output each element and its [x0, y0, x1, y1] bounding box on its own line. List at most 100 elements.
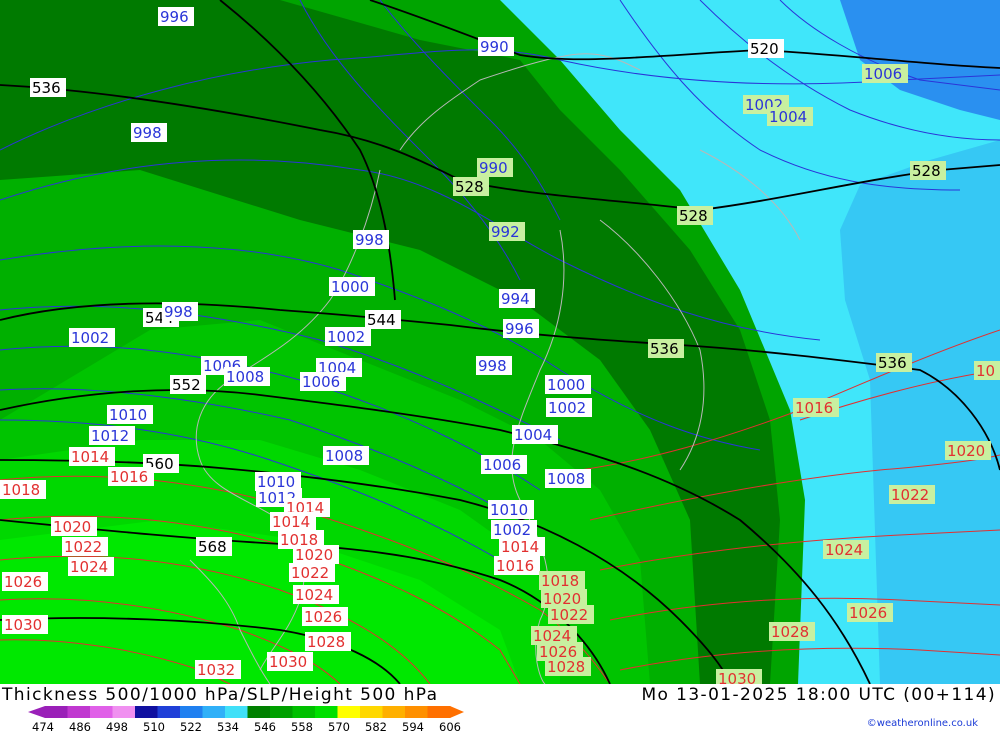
- slp-label: 1014: [499, 537, 545, 556]
- height-label: 536: [876, 353, 912, 372]
- weather-map: 536 520 528 528 544 544 536 536 552 560 …: [0, 0, 1000, 684]
- slp-label: 1028: [769, 622, 815, 641]
- slp-label: 1028: [305, 632, 351, 651]
- svg-text:1022: 1022: [291, 564, 329, 582]
- scale-tick-label: 606: [439, 720, 461, 733]
- slp-label: 994: [499, 289, 535, 308]
- svg-text:1022: 1022: [891, 486, 929, 504]
- height-label: 568: [196, 537, 232, 556]
- svg-text:568: 568: [198, 538, 227, 556]
- svg-text:1016: 1016: [110, 468, 148, 486]
- svg-text:1002: 1002: [548, 399, 586, 417]
- credit-link[interactable]: ©weatheronline.co.uk: [867, 718, 978, 729]
- slp-label: 1032: [195, 660, 241, 679]
- slp-label: 996: [158, 7, 194, 26]
- svg-text:1024: 1024: [70, 558, 108, 576]
- slp-label: 1008: [323, 446, 369, 465]
- slp-label: 1026: [847, 603, 893, 622]
- scale-swatch: [45, 706, 68, 718]
- slp-label: 1012: [89, 426, 135, 445]
- height-label: 536: [648, 339, 684, 358]
- slp-label: 1000: [545, 375, 591, 394]
- slp-label: 998: [162, 302, 198, 321]
- slp-label: 1030: [267, 652, 313, 671]
- slp-label: 1008: [224, 367, 270, 386]
- scale-swatch: [90, 706, 113, 718]
- slp-label: 1018: [539, 571, 585, 590]
- height-label: 520: [748, 39, 784, 58]
- svg-text:990: 990: [479, 159, 508, 177]
- svg-text:1002: 1002: [493, 521, 531, 539]
- svg-text:1012: 1012: [91, 427, 129, 445]
- svg-text:1024: 1024: [295, 586, 333, 604]
- height-label: 544: [365, 310, 401, 329]
- svg-text:520: 520: [750, 40, 779, 58]
- svg-text:996: 996: [160, 8, 189, 26]
- height-label: 528: [677, 206, 713, 225]
- scale-tick-label: 546: [254, 720, 276, 733]
- scale-swatch: [67, 706, 91, 718]
- slp-label: 998: [353, 230, 389, 249]
- slp-label: 1016: [108, 467, 154, 486]
- slp-label: 1016: [494, 556, 540, 575]
- scale-tick-label: 498: [106, 720, 128, 733]
- svg-text:1030: 1030: [718, 670, 756, 684]
- scale-swatch: [202, 706, 226, 718]
- scale-arrow-left: [28, 706, 45, 718]
- map-canvas: 536 520 528 528 544 544 536 536 552 560 …: [0, 0, 1000, 684]
- svg-text:990: 990: [480, 38, 509, 56]
- scale-tick-label: 534: [217, 720, 239, 733]
- svg-text:1006: 1006: [864, 65, 902, 83]
- slp-label: 1004: [512, 425, 558, 444]
- scale-tick-label: 486: [69, 720, 91, 733]
- svg-text:998: 998: [355, 231, 384, 249]
- slp-label: 1010: [107, 405, 153, 424]
- scale-swatch: [180, 706, 203, 718]
- footer: Thickness 500/1000 hPa/SLP/Height 500 hP…: [0, 684, 1000, 733]
- svg-text:1020: 1020: [295, 546, 333, 564]
- svg-text:1000: 1000: [547, 376, 585, 394]
- slp-label: 1016: [793, 398, 839, 417]
- svg-text:1026: 1026: [849, 604, 887, 622]
- svg-text:528: 528: [455, 178, 484, 196]
- slp-label: 1010: [488, 500, 534, 519]
- slp-label: 1030: [716, 669, 762, 684]
- svg-text:1022: 1022: [64, 538, 102, 556]
- svg-text:1020: 1020: [53, 518, 91, 536]
- svg-text:1024: 1024: [825, 541, 863, 559]
- svg-text:1028: 1028: [547, 658, 585, 676]
- height-label: 528: [910, 161, 946, 180]
- height-label: 528: [453, 177, 489, 196]
- slp-label: 1000: [329, 277, 375, 296]
- slp-label: 1014: [270, 512, 316, 531]
- scale-tick-label: 474: [32, 720, 54, 733]
- slp-label: 1030: [2, 615, 48, 634]
- svg-text:1000: 1000: [331, 278, 369, 296]
- scale-swatch: [247, 706, 271, 718]
- scale-swatch: [135, 706, 158, 718]
- svg-text:1004: 1004: [769, 108, 807, 126]
- svg-text:10: 10: [976, 362, 995, 380]
- svg-text:528: 528: [679, 207, 708, 225]
- svg-text:544: 544: [367, 311, 396, 329]
- slp-label: 1020: [945, 441, 991, 460]
- slp-label: 1024: [293, 585, 339, 604]
- svg-text:1028: 1028: [771, 623, 809, 641]
- slp-label: 1020: [51, 517, 97, 536]
- scale-tick-label: 582: [365, 720, 387, 733]
- slp-label: 998: [131, 123, 167, 142]
- slp-label: 1018: [0, 480, 46, 499]
- svg-text:1030: 1030: [269, 653, 307, 671]
- svg-text:528: 528: [912, 162, 941, 180]
- slp-label: 1022: [289, 563, 335, 582]
- svg-text:536: 536: [878, 354, 907, 372]
- scale-swatch: [337, 706, 361, 718]
- scale-tick-label: 570: [328, 720, 350, 733]
- color-scale-bars: [28, 706, 464, 718]
- slp-label: 1020: [293, 545, 339, 564]
- height-label: 536: [30, 78, 66, 97]
- svg-text:536: 536: [32, 79, 61, 97]
- slp-label: 1004: [767, 107, 813, 126]
- svg-text:998: 998: [478, 357, 507, 375]
- scale-swatch: [427, 706, 451, 718]
